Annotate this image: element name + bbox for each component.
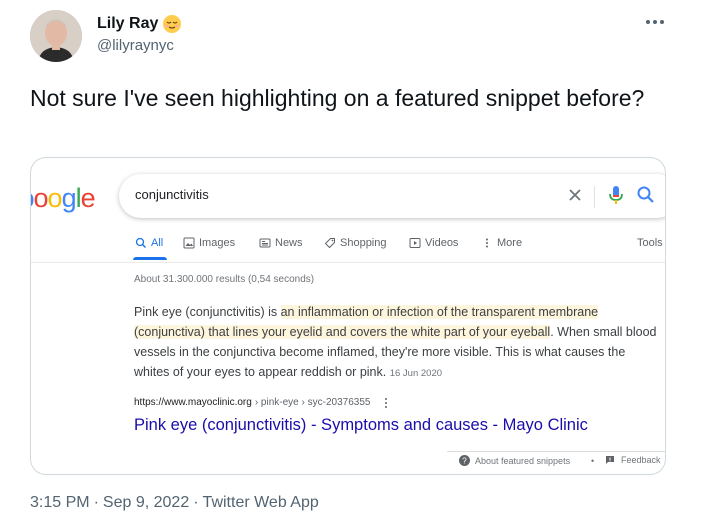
display-name[interactable]: Lily Ray <box>97 15 158 33</box>
avatar-photo <box>30 10 82 62</box>
clear-icon <box>569 189 581 201</box>
featured-snippet-text: Pink eye (conjunctivitis) is an inflamma… <box>134 302 664 384</box>
tab-more: More <box>481 237 522 249</box>
attached-screenshot[interactable]: ɔoogle conjunctivitis All <box>30 157 666 475</box>
help-icon: ? <box>459 455 470 466</box>
author-name-row: Lily Ray <box>97 14 182 34</box>
result-title-link: Pink eye (conjunctivitis) - Symptoms and… <box>134 416 588 434</box>
tag-icon <box>324 238 335 249</box>
source-url: https://www.mayoclinic.org › pink-eye › … <box>134 397 388 408</box>
tweet-footer: 3:15 PM · Sep 9, 2022 · Twitter Web App <box>30 494 319 512</box>
active-tab-indicator <box>133 257 167 260</box>
search-icon <box>135 237 146 248</box>
tab-videos: Videos <box>409 237 458 249</box>
search-divider <box>594 186 595 208</box>
tab-images: Images <box>183 237 235 249</box>
microphone-icon <box>609 186 623 204</box>
footer-separator: · <box>93 494 99 511</box>
tab-news: News <box>259 237 303 249</box>
feedback-icon <box>606 456 614 464</box>
google-logo: ɔoogle <box>31 183 96 213</box>
snippet-footer-divider <box>447 451 665 452</box>
tab-shopping: Shopping <box>324 237 387 249</box>
about-featured-snippets: ? About featured snippets <box>459 455 570 466</box>
tab-all: All <box>135 237 163 249</box>
play-icon <box>409 238 421 248</box>
feedback-link: Feedback <box>605 455 661 465</box>
source-domain: https://www.mayoclinic.org <box>134 397 252 408</box>
svg-text:?: ? <box>462 457 467 466</box>
tweet-text: Not sure I've seen highlighting on a fea… <box>30 85 645 111</box>
search-box: conjunctivitis <box>119 174 665 218</box>
tabs-divider <box>31 262 665 263</box>
tweet: Lily Ray @lilyraynyc Not sure I've seen … <box>0 0 710 532</box>
author-handle[interactable]: @lilyraynyc <box>97 37 174 54</box>
tweet-date[interactable]: Sep 9, 2022 <box>103 494 189 512</box>
more-options-icon[interactable] <box>640 12 670 32</box>
more-vert-icon <box>385 397 388 408</box>
tweet-time[interactable]: 3:15 PM <box>30 494 90 512</box>
source-app-link[interactable]: Twitter Web App <box>203 494 319 512</box>
footer-separator: · <box>193 494 199 511</box>
relieved-face-emoji-icon <box>163 15 182 33</box>
result-stats: About 31.300.000 results (0,54 seconds) <box>134 274 315 285</box>
source-breadcrumb: › pink-eye › syc-20376355 <box>254 397 371 408</box>
search-input: conjunctivitis <box>135 187 209 202</box>
tools-button: Tools <box>637 237 663 249</box>
search-tabs: All Images News Shopping Videos More <box>31 237 665 265</box>
snippet-text-part1: Pink eye (conjunctivitis) is <box>134 305 281 319</box>
image-icon <box>183 237 195 249</box>
search-icon <box>637 186 654 203</box>
news-icon <box>259 238 271 248</box>
footer-bullet: • <box>591 456 595 466</box>
avatar[interactable] <box>30 10 82 62</box>
more-vert-icon <box>486 238 488 248</box>
snippet-date: 16 Jun 2020 <box>389 368 443 379</box>
